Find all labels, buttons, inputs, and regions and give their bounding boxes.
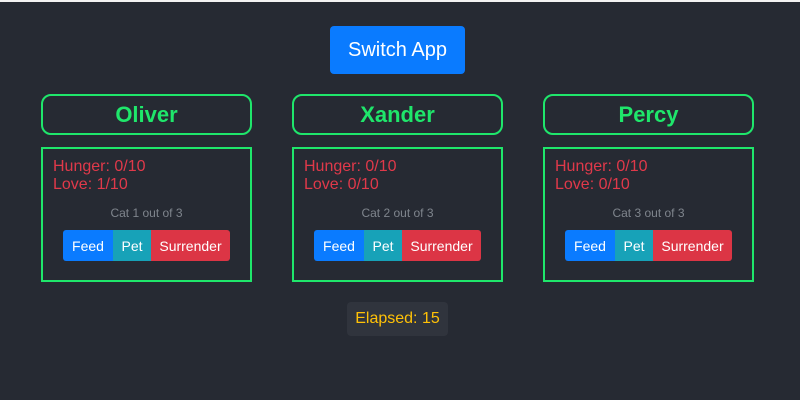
- cat-index-text: Cat 2 out of 3: [361, 206, 434, 220]
- hunger-stat: Hunger: 0/10: [555, 158, 648, 175]
- hunger-stat: Hunger: 0/10: [53, 158, 146, 175]
- cat-name-header: Oliver: [41, 94, 252, 135]
- pet-button[interactable]: Pet: [615, 230, 653, 261]
- cat-action-group: Feed Pet Surrender: [314, 230, 481, 261]
- surrender-button[interactable]: Surrender: [653, 230, 732, 261]
- cat-stats-panel: Hunger: 0/10 Love: 0/10 Cat 2 out of 3 F…: [292, 147, 503, 282]
- surrender-button[interactable]: Surrender: [402, 230, 481, 261]
- love-stat: Love: 0/10: [555, 176, 630, 193]
- surrender-button[interactable]: Surrender: [151, 230, 230, 261]
- cat-name: Oliver: [115, 101, 178, 127]
- love-stat: Love: 1/10: [53, 176, 128, 193]
- cat-card-2: Xander Hunger: 0/10 Love: 0/10 Cat 2 out…: [292, 94, 503, 282]
- cat-card-3: Percy Hunger: 0/10 Love: 0/10 Cat 3 out …: [543, 94, 754, 282]
- hunger-stat: Hunger: 0/10: [304, 158, 397, 175]
- cat-action-group: Feed Pet Surrender: [565, 230, 732, 261]
- love-stat: Love: 0/10: [304, 176, 379, 193]
- cat-index-text: Cat 3 out of 3: [612, 206, 685, 220]
- cat-stats-panel: Hunger: 0/10 Love: 1/10 Cat 1 out of 3 F…: [41, 147, 252, 282]
- pet-button[interactable]: Pet: [364, 230, 402, 261]
- cat-name: Xander: [360, 101, 435, 127]
- cat-action-group: Feed Pet Surrender: [63, 230, 230, 261]
- cat-name: Percy: [618, 101, 679, 127]
- cat-card-1: Oliver Hunger: 0/10 Love: 1/10 Cat 1 out…: [41, 94, 252, 282]
- cat-stats-panel: Hunger: 0/10 Love: 0/10 Cat 3 out of 3 F…: [543, 147, 754, 282]
- feed-button[interactable]: Feed: [314, 230, 364, 261]
- switch-app-button[interactable]: Switch App: [330, 26, 465, 74]
- feed-button[interactable]: Feed: [63, 230, 113, 261]
- cat-index-text: Cat 1 out of 3: [110, 206, 183, 220]
- pet-button[interactable]: Pet: [113, 230, 151, 261]
- cat-name-header: Xander: [292, 94, 503, 135]
- window-top-edge: [0, 0, 800, 2]
- feed-button[interactable]: Feed: [565, 230, 615, 261]
- cat-name-header: Percy: [543, 94, 754, 135]
- elapsed-badge: Elapsed: 15: [347, 302, 448, 336]
